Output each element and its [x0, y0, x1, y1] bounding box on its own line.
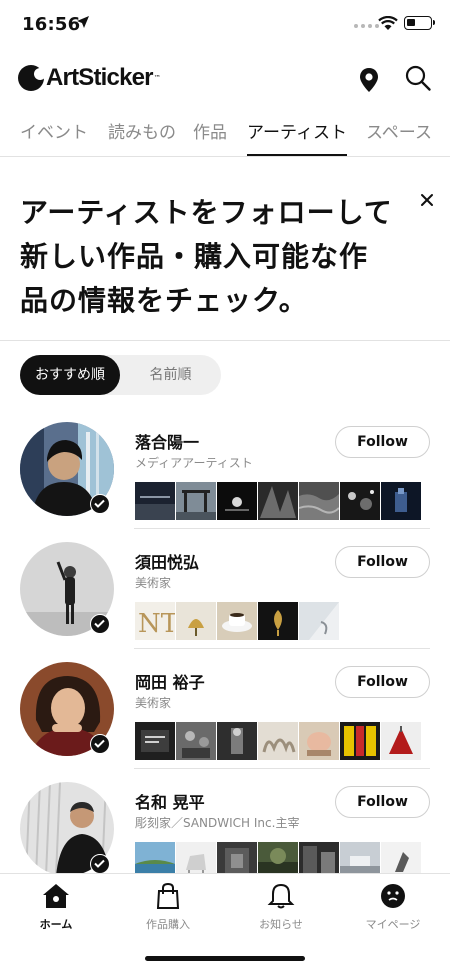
- banner-line-3: 品の情報をチェック。: [20, 284, 308, 317]
- banner-line-2: 新しい作品・購入可能な作: [20, 240, 369, 273]
- home-indicator: [145, 956, 305, 961]
- close-icon[interactable]: [417, 190, 437, 210]
- artwork-thumbnail[interactable]: [258, 602, 298, 640]
- sort-recommended-button[interactable]: おすすめ順: [20, 355, 120, 395]
- tab-articles[interactable]: 読みもの: [108, 118, 176, 156]
- follow-button[interactable]: Follow: [335, 426, 430, 458]
- artwork-thumbnails: [135, 722, 421, 760]
- shopping-bag-icon: [156, 882, 180, 909]
- artist-role: 美術家: [135, 696, 172, 710]
- artwork-thumbnail[interactable]: [258, 722, 298, 760]
- sort-toggle: おすすめ順 名前順: [20, 355, 221, 395]
- status-time: 16:56: [22, 14, 81, 35]
- artwork-thumbnail[interactable]: [217, 722, 257, 760]
- cellular-signal-icon: [354, 24, 379, 28]
- follow-button[interactable]: Follow: [335, 546, 430, 578]
- artwork-thumbnail[interactable]: [340, 482, 380, 520]
- bell-icon: [267, 883, 295, 909]
- artwork-thumbnail[interactable]: [135, 722, 175, 760]
- artwork-thumbnail[interactable]: [299, 602, 339, 640]
- artwork-thumbnail[interactable]: [381, 482, 421, 520]
- nav-notifications[interactable]: お知らせ: [225, 882, 337, 932]
- verified-badge-icon: [90, 494, 110, 514]
- nav-mypage[interactable]: マイページ: [337, 882, 449, 932]
- logo-mark-icon: [18, 65, 44, 91]
- artwork-thumbnail[interactable]: [381, 722, 421, 760]
- sort-by-name-button[interactable]: 名前順: [120, 355, 221, 395]
- logo-text: ArtSticker: [46, 64, 154, 91]
- artist-role: 美術家: [135, 576, 172, 590]
- artwork-thumbnails: NT: [135, 602, 339, 640]
- tab-artists[interactable]: アーティスト: [247, 118, 347, 156]
- follow-button[interactable]: Follow: [335, 666, 430, 698]
- nav-purchase[interactable]: 作品購入: [112, 882, 224, 932]
- artist-name[interactable]: 名和 晃平: [135, 789, 205, 813]
- logo-trademark: ™: [153, 74, 161, 82]
- nav-purchase-label: 作品購入: [146, 918, 190, 931]
- artwork-thumbnail[interactable]: [217, 602, 257, 640]
- artwork-thumbnail[interactable]: [176, 722, 216, 760]
- battery-icon: [404, 16, 435, 30]
- artwork-thumbnails: [135, 482, 421, 520]
- artsticker-logo[interactable]: ArtSticker ™: [18, 64, 161, 92]
- artwork-thumbnail[interactable]: [299, 482, 339, 520]
- tab-events[interactable]: イベント: [20, 118, 88, 156]
- artist-row[interactable]: 落合陽一 メディアアーティスト Follow: [0, 409, 450, 529]
- status-bar: 16:56: [0, 0, 450, 50]
- follow-prompt-banner: アーティストをフォローして 新しい作品・購入可能な作 品の情報をチェック。: [0, 157, 450, 341]
- verified-badge-icon: [90, 734, 110, 754]
- category-tabs: イベント 読みもの 作品 アーティスト スペース: [0, 112, 450, 157]
- verified-badge-icon: [90, 854, 110, 874]
- artwork-thumbnail[interactable]: [176, 482, 216, 520]
- banner-message: アーティストをフォローして 新しい作品・購入可能な作 品の情報をチェック。: [20, 191, 400, 323]
- artist-row[interactable]: 岡田 裕子 美術家 Follow: [0, 649, 450, 769]
- artist-name[interactable]: 落合陽一: [135, 429, 199, 453]
- nav-notifications-label: お知らせ: [259, 918, 303, 931]
- artwork-thumbnail[interactable]: [299, 722, 339, 760]
- wifi-icon: [378, 16, 398, 30]
- nav-home-label: ホーム: [39, 918, 73, 931]
- banner-line-1: アーティストをフォローして: [20, 196, 393, 229]
- map-pin-icon[interactable]: [356, 66, 382, 94]
- profile-face-icon: [381, 884, 405, 908]
- app-header: ArtSticker ™: [0, 52, 450, 104]
- artwork-thumbnail[interactable]: [258, 482, 298, 520]
- artwork-thumbnail[interactable]: [176, 602, 216, 640]
- artist-row[interactable]: 名和 晃平 彫刻家／SANDWICH Inc.主宰 Follow: [0, 769, 450, 889]
- artwork-thumbnail[interactable]: [340, 722, 380, 760]
- search-icon[interactable]: [404, 64, 432, 92]
- artwork-thumbnail[interactable]: [217, 482, 257, 520]
- artwork-thumbnail[interactable]: [135, 482, 175, 520]
- artwork-thumbnail[interactable]: NT: [135, 602, 175, 640]
- nav-home[interactable]: ホーム: [0, 882, 112, 932]
- artist-name[interactable]: 須田悦弘: [135, 549, 199, 573]
- artist-role: メディアアーティスト: [135, 456, 253, 470]
- follow-button[interactable]: Follow: [335, 786, 430, 818]
- tab-spaces[interactable]: スペース: [366, 118, 432, 156]
- home-icon: [43, 884, 69, 908]
- artist-name[interactable]: 岡田 裕子: [135, 669, 205, 693]
- artist-row[interactable]: 須田悦弘 美術家 Follow NT: [0, 529, 450, 649]
- svg-text:NT: NT: [138, 609, 175, 639]
- artist-role: 彫刻家／SANDWICH Inc.主宰: [135, 816, 300, 830]
- nav-mypage-label: マイページ: [365, 918, 421, 931]
- tab-works[interactable]: 作品: [193, 118, 227, 156]
- verified-badge-icon: [90, 614, 110, 634]
- location-arrow-icon: [77, 16, 89, 28]
